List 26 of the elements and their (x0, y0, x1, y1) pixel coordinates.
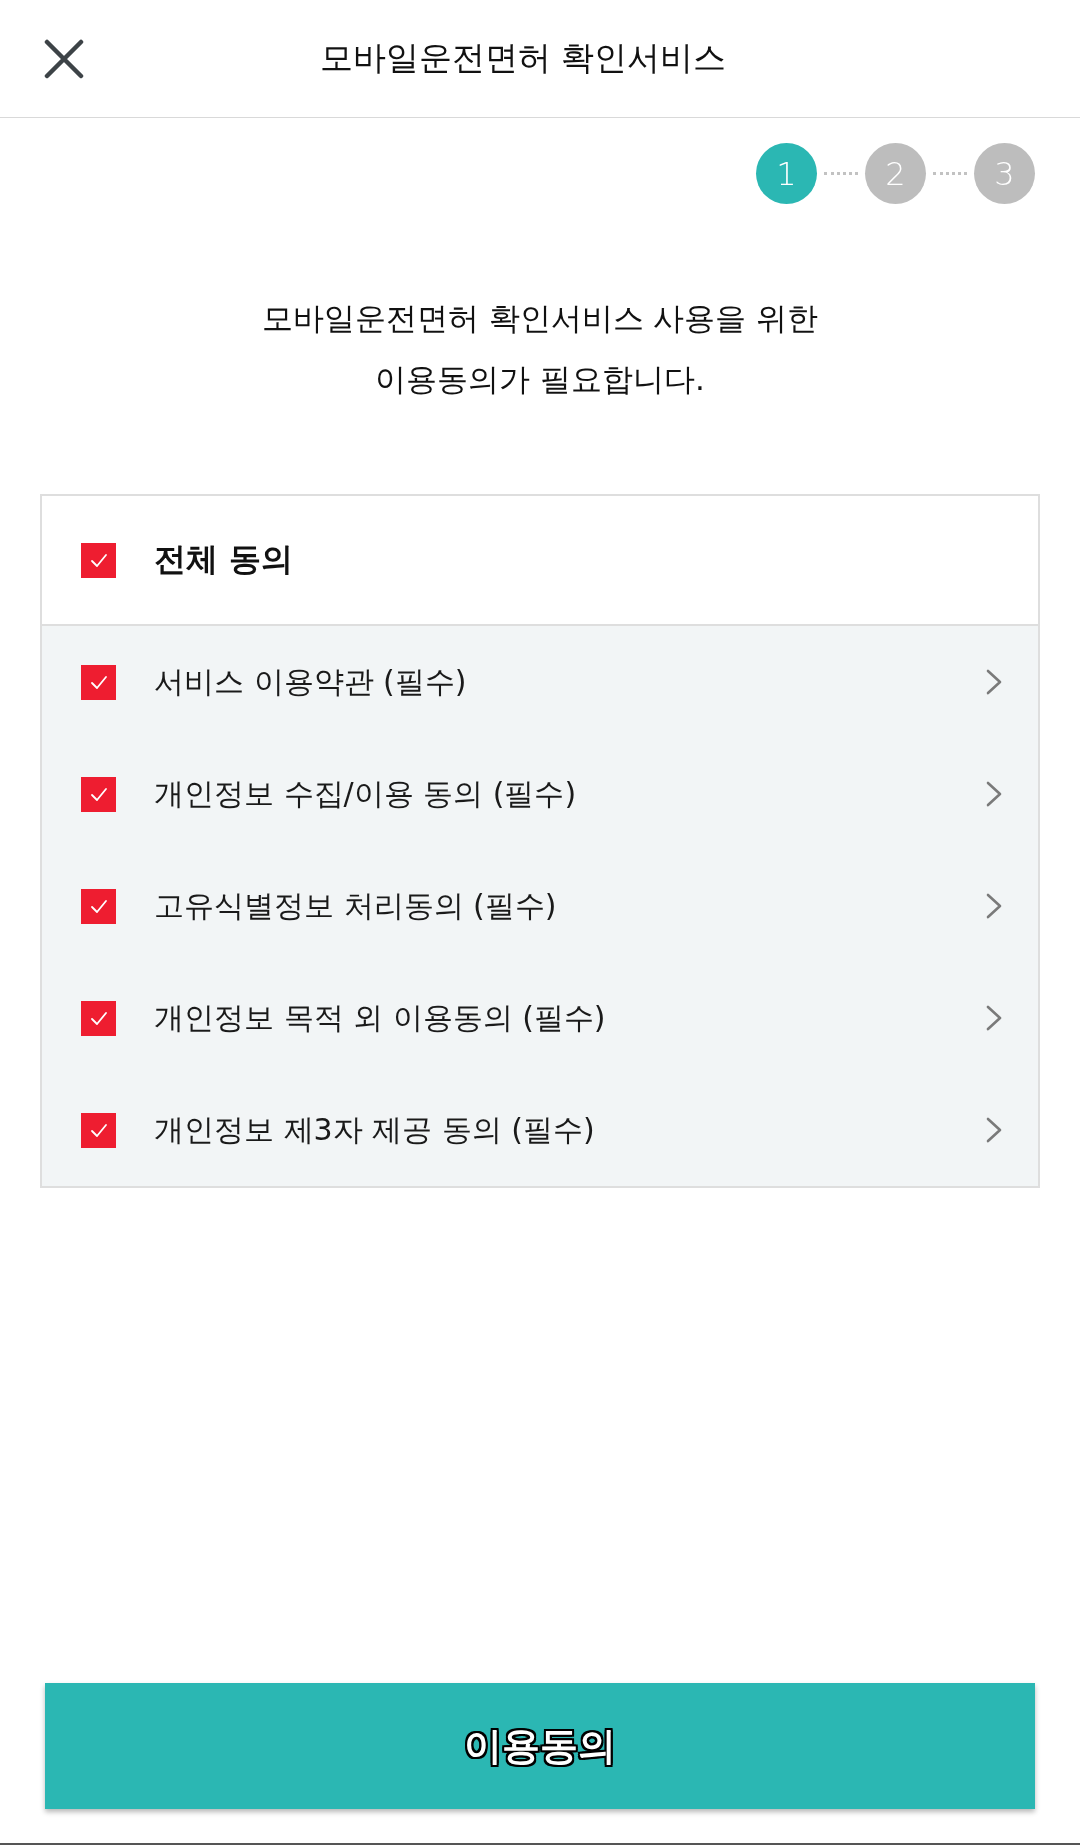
checkbox[interactable] (81, 888, 116, 924)
term-label: 서비스 이용약관 (필수) (154, 662, 467, 701)
term-label: 고유식별정보 처리동의 (필수) (154, 886, 557, 925)
chevron-right-icon[interactable] (986, 1005, 1002, 1031)
checkbox[interactable] (81, 542, 116, 578)
screen-title: 모바일운전면허 확인서비스 (318, 37, 728, 80)
consent-message: 모바일운전면허 확인서비스 사용을 위한 이용동의가 필요합니다. (261, 299, 819, 399)
agree-all-label: 전체 동의 (154, 539, 294, 580)
checkbox[interactable] (81, 1112, 116, 1148)
term-label: 개인정보 수집/이용 동의 (필수) (154, 774, 577, 813)
step-indicator: 2 (865, 143, 926, 204)
step-indicator: 1 (756, 143, 817, 204)
step-connector (824, 172, 858, 175)
step-indicator: 3 (974, 143, 1035, 204)
agree-button[interactable]: 이용동의 (45, 1683, 1035, 1809)
checkbox[interactable] (81, 1000, 116, 1036)
chevron-right-icon[interactable] (986, 669, 1002, 695)
chevron-right-icon[interactable] (986, 781, 1002, 807)
term-label: 개인정보 목적 외 이용동의 (필수) (154, 998, 606, 1037)
chevron-right-icon[interactable] (986, 893, 1002, 919)
term-label: 개인정보 제3자 제공 동의 (필수) (154, 1110, 595, 1149)
checkbox[interactable] (81, 776, 116, 812)
checkbox[interactable] (81, 664, 116, 700)
step-connector (933, 172, 967, 175)
chevron-right-icon[interactable] (986, 1117, 1002, 1143)
close-icon[interactable] (44, 38, 84, 79)
